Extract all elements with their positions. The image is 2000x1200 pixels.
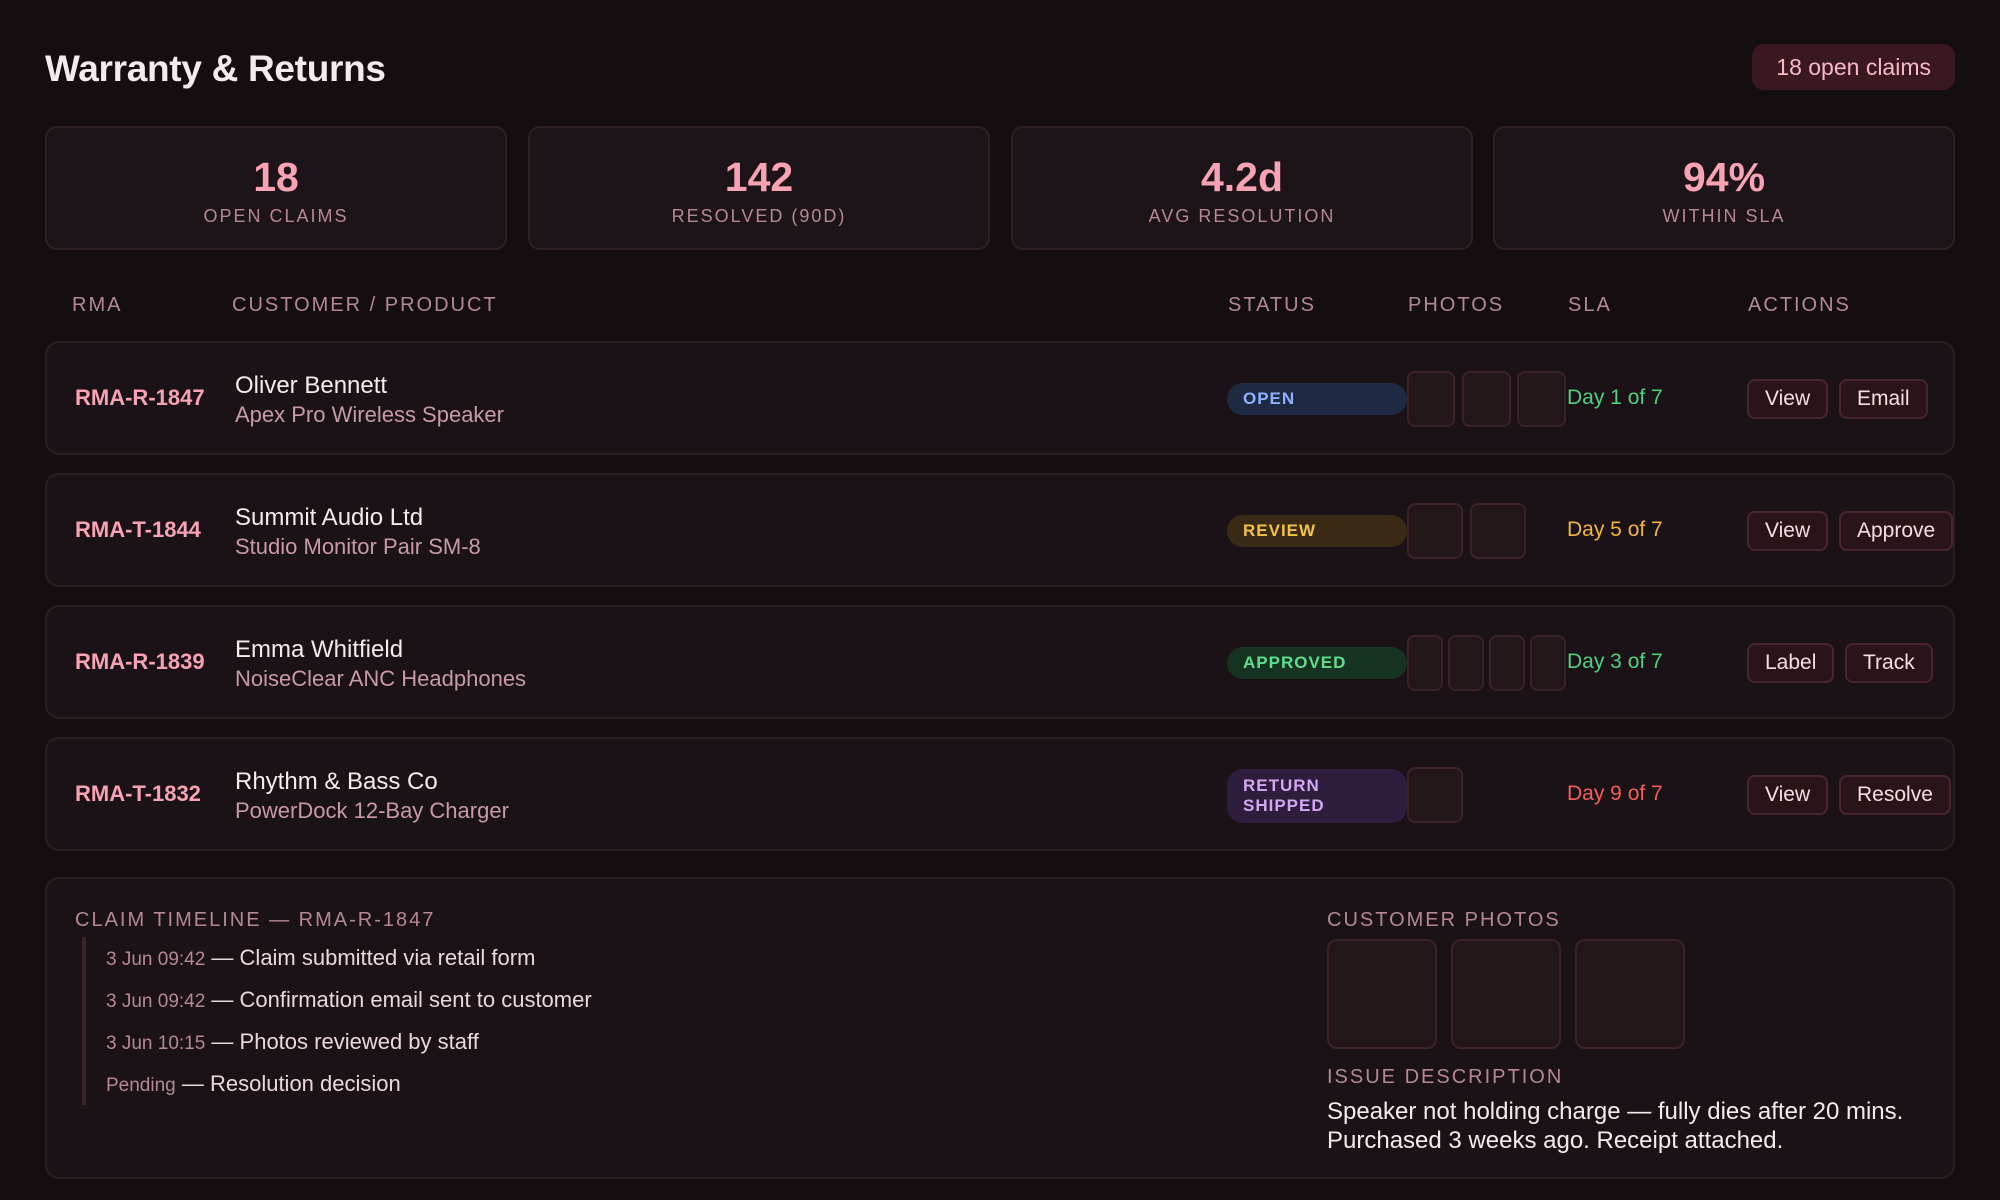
view-button[interactable]: View	[1747, 511, 1829, 551]
timeline-entry: 3 Jun 09:42 — Claim submitted via retail…	[106, 937, 982, 979]
customer-name: Oliver Bennett	[235, 372, 388, 399]
table-row[interactable]: RMA-R-1839 Emma Whitfield NoiseClear ANC…	[45, 605, 1955, 719]
track-button[interactable]: Track	[1845, 643, 1933, 683]
photo-thumbnail[interactable]	[1448, 635, 1484, 691]
stats-row: 18 OPEN CLAIMS 142 RESOLVED (90D) 4.2d A…	[45, 126, 1955, 250]
stat-card-avg-resolution: 4.2d AVG RESOLUTION	[1011, 126, 1473, 250]
table-header: RMA CUSTOMER / PRODUCT STATUS PHOTOS SLA…	[45, 294, 1955, 324]
claim-timeline: 3 Jun 09:42 — Claim submitted via retail…	[82, 937, 982, 1105]
view-button[interactable]: View	[1747, 775, 1829, 815]
stat-value: 142	[724, 154, 794, 200]
issue-description-title: ISSUE DESCRIPTION	[1327, 1066, 1564, 1088]
rma-number[interactable]: RMA-T-1832	[75, 739, 201, 849]
photo-thumbnail[interactable]	[1407, 767, 1463, 823]
customer-photo[interactable]	[1451, 939, 1561, 1049]
stat-label: RESOLVED (90D)	[671, 206, 847, 226]
stat-label: AVG RESOLUTION	[1148, 206, 1336, 226]
customer-photo[interactable]	[1575, 939, 1685, 1049]
status-badge: APPROVED	[1227, 647, 1407, 679]
column-header-sla: SLA	[1568, 294, 1612, 316]
timeline-time: Pending	[106, 1075, 176, 1096]
sla-indicator: Day 9 of 7	[1567, 782, 1663, 805]
product-name: Studio Monitor Pair SM-8	[235, 534, 481, 559]
page-header: Warranty & Returns 18 open claims	[45, 44, 1955, 94]
page-title: Warranty & Returns	[45, 48, 386, 89]
stat-card-resolved: 142 RESOLVED (90D)	[528, 126, 990, 250]
product-name: Apex Pro Wireless Speaker	[235, 402, 504, 427]
table-row[interactable]: RMA-R-1847 Oliver Bennett Apex Pro Wirel…	[45, 341, 1955, 455]
photo-thumbnail[interactable]	[1407, 503, 1463, 559]
timeline-entry: Pending — Resolution decision	[106, 1063, 982, 1105]
sla-indicator: Day 5 of 7	[1567, 518, 1663, 541]
approve-button[interactable]: Approve	[1839, 511, 1954, 551]
timeline-title: CLAIM TIMELINE — RMA-R-1847	[75, 909, 436, 931]
issue-description: Speaker not holding charge — fully dies …	[1327, 1098, 1904, 1154]
stat-label: WITHIN SLA	[1662, 206, 1786, 226]
status-badge: RETURN SHIPPED	[1227, 769, 1407, 823]
customer-name: Summit Audio Ltd	[235, 504, 424, 531]
photo-thumbnail[interactable]	[1489, 635, 1525, 691]
customer-name: Rhythm & Bass Co	[235, 768, 438, 795]
product-name: NoiseClear ANC Headphones	[235, 666, 527, 691]
sla-indicator: Day 1 of 7	[1567, 386, 1663, 409]
table-row[interactable]: RMA-T-1832 Rhythm & Bass Co PowerDock 12…	[45, 737, 1955, 851]
stat-label: OPEN CLAIMS	[203, 206, 349, 226]
table-row[interactable]: RMA-T-1844 Summit Audio Ltd Studio Monit…	[45, 473, 1955, 587]
column-header-customer: CUSTOMER / PRODUCT	[232, 294, 498, 316]
email-button[interactable]: Email	[1839, 379, 1928, 419]
column-header-photos: PHOTOS	[1408, 294, 1505, 316]
rma-number[interactable]: RMA-R-1847	[75, 343, 205, 453]
view-button[interactable]: View	[1747, 379, 1829, 419]
timeline-text: — Confirmation email sent to customer	[205, 987, 592, 1012]
resolve-button[interactable]: Resolve	[1839, 775, 1951, 815]
claim-detail-panel: CLAIM TIMELINE — RMA-R-1847 3 Jun 09:42 …	[45, 877, 1955, 1179]
rma-number[interactable]: RMA-R-1839	[75, 607, 205, 717]
photo-thumbnail[interactable]	[1407, 371, 1455, 427]
photo-thumbnail[interactable]	[1470, 503, 1526, 559]
stat-card-within-sla: 94% WITHIN SLA	[1493, 126, 1955, 250]
customer-photos-title: CUSTOMER PHOTOS	[1327, 909, 1561, 931]
photo-thumbnail[interactable]	[1462, 371, 1511, 427]
column-header-actions: ACTIONS	[1748, 294, 1851, 316]
stat-value: 4.2d	[1200, 154, 1284, 200]
rma-number[interactable]: RMA-T-1844	[75, 475, 201, 585]
timeline-entry: 3 Jun 09:42 — Confirmation email sent to…	[106, 979, 982, 1021]
photo-thumbnail[interactable]	[1407, 635, 1443, 691]
photo-thumbnail[interactable]	[1530, 635, 1566, 691]
label-button[interactable]: Label	[1747, 643, 1835, 683]
product-name: PowerDock 12-Bay Charger	[235, 798, 509, 823]
timeline-entry: 3 Jun 10:15 — Photos reviewed by staff	[106, 1021, 982, 1063]
status-badge: OPEN	[1227, 383, 1407, 415]
status-badge: REVIEW	[1227, 515, 1407, 547]
column-header-rma: RMA	[72, 294, 123, 316]
stat-card-open-claims: 18 OPEN CLAIMS	[45, 126, 507, 250]
photo-thumbnail[interactable]	[1517, 371, 1566, 427]
column-header-status: STATUS	[1228, 294, 1316, 316]
sla-indicator: Day 3 of 7	[1567, 650, 1663, 673]
timeline-text: — Resolution decision	[175, 1071, 401, 1096]
timeline-time: 3 Jun 09:42	[106, 991, 206, 1012]
customer-name: Emma Whitfield	[235, 636, 404, 663]
timeline-text: — Photos reviewed by staff	[205, 1029, 479, 1054]
timeline-time: 3 Jun 09:42	[106, 949, 206, 970]
stat-value: 94%	[1682, 154, 1766, 200]
open-claims-badge: 18 open claims	[1752, 44, 1955, 90]
timeline-time: 3 Jun 10:15	[106, 1033, 206, 1054]
stat-value: 18	[253, 154, 299, 200]
timeline-text: — Claim submitted via retail form	[205, 945, 536, 970]
customer-photo[interactable]	[1327, 939, 1437, 1049]
